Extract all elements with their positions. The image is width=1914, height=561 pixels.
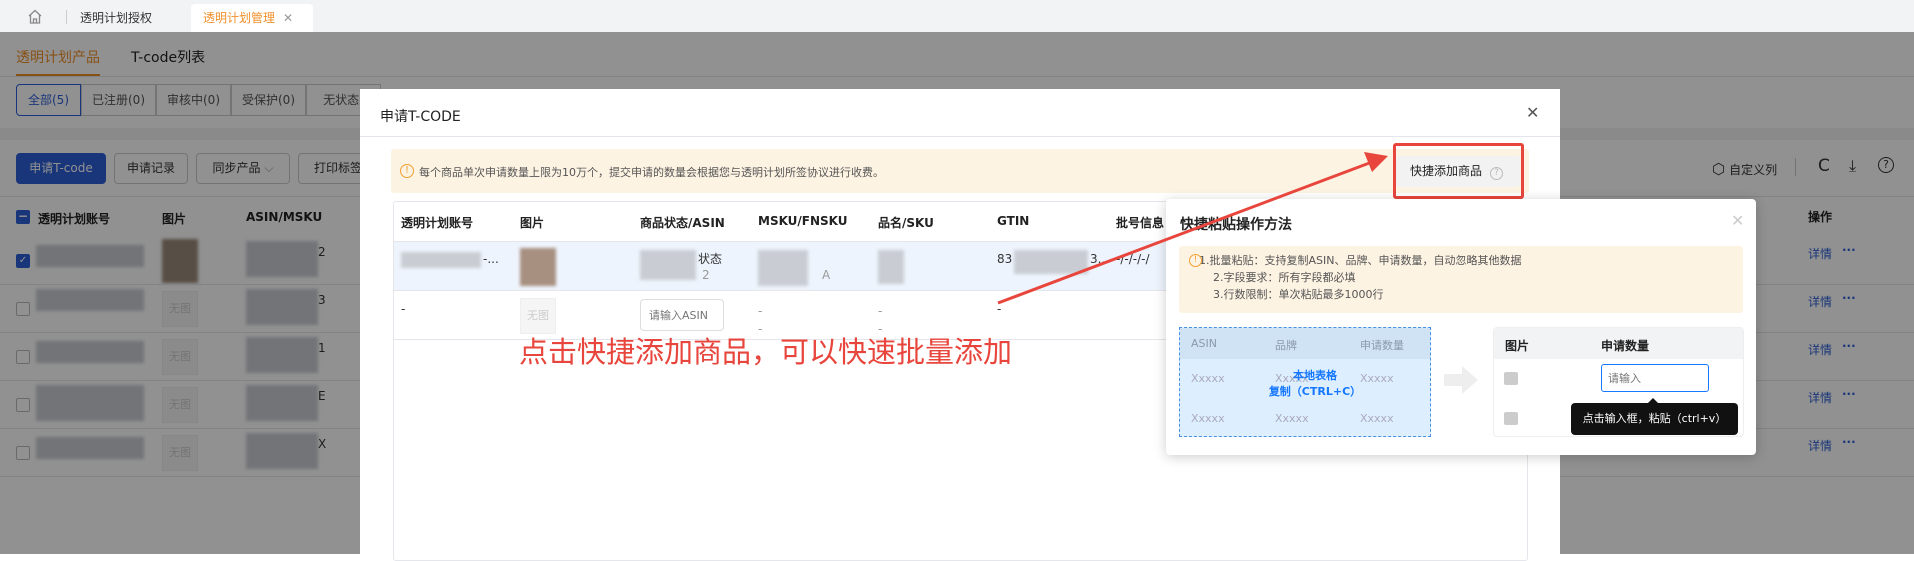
annotation-arrow	[997, 152, 1388, 305]
